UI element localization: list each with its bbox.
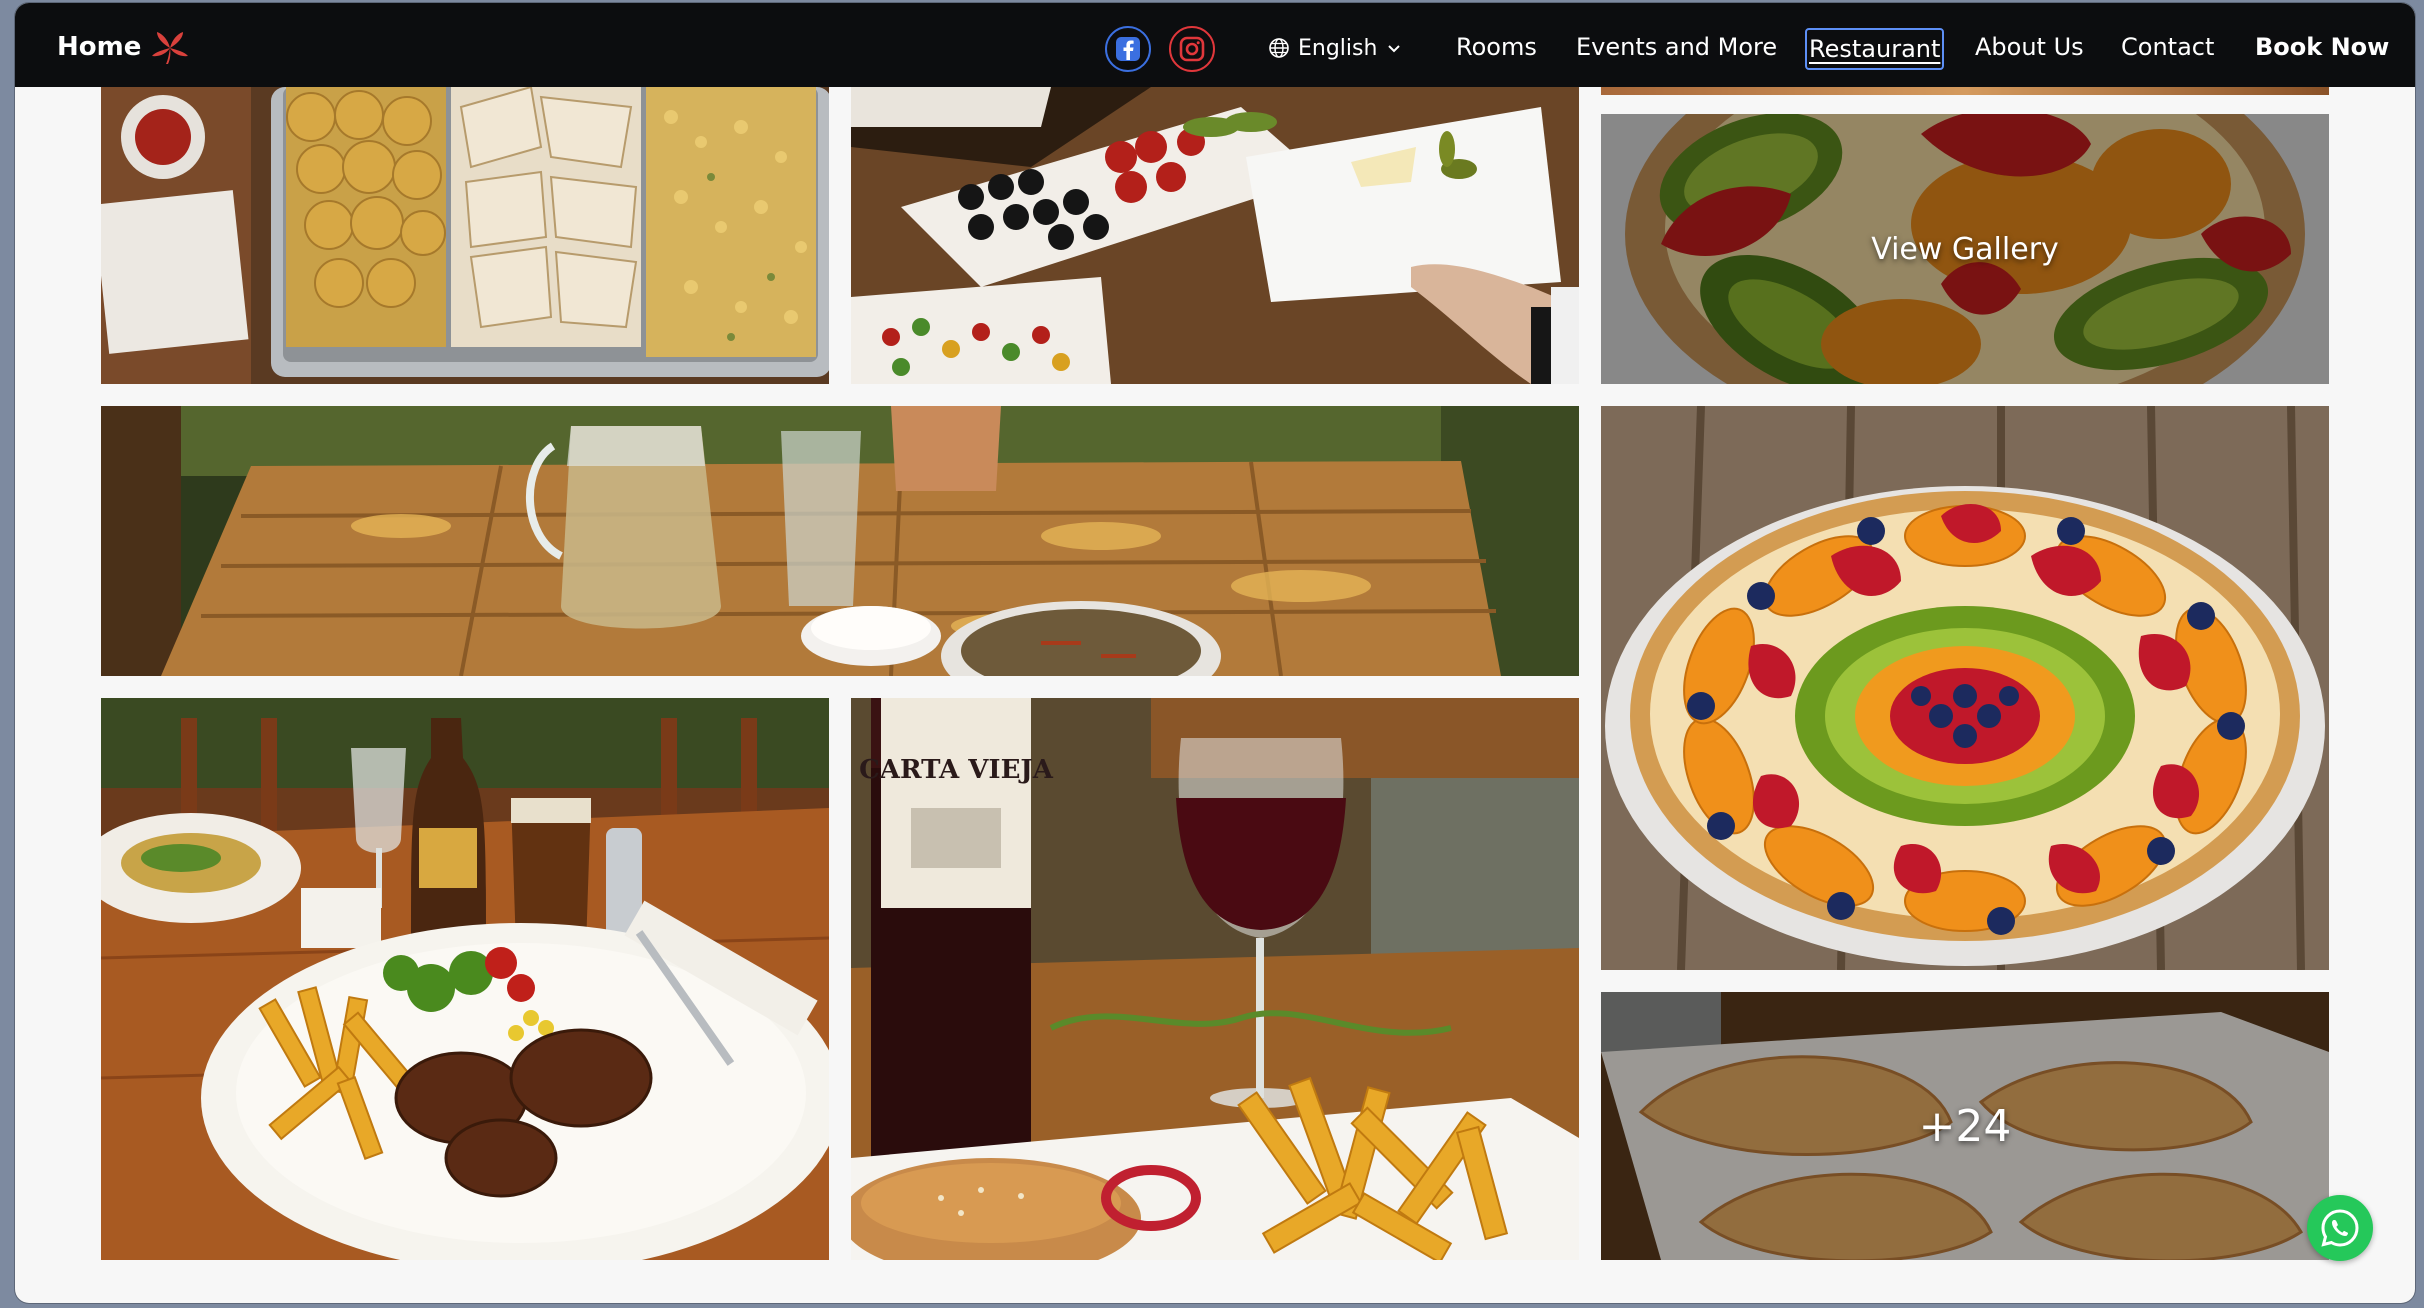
- nav-contact[interactable]: Contact: [2121, 28, 2214, 66]
- nav-rooms[interactable]: Rooms: [1456, 28, 1537, 66]
- nav-events[interactable]: Events and More: [1576, 28, 1777, 66]
- chevron-down-icon: [1388, 45, 1401, 53]
- gallery-photo-buffet[interactable]: [101, 87, 829, 384]
- home-link[interactable]: Home: [57, 31, 191, 64]
- brand-label: Home: [57, 32, 142, 62]
- gallery-photo-olives[interactable]: [851, 87, 1579, 384]
- gallery-photo-wine-burger[interactable]: CARTA VIEJA: [851, 698, 1579, 1260]
- navbar: Home English Rooms Events and More Resta…: [15, 3, 2415, 87]
- gallery-photo-fruit-tart[interactable]: [1601, 406, 2329, 970]
- facebook-button[interactable]: [1105, 26, 1151, 72]
- whatsapp-icon: [2321, 1209, 2359, 1247]
- facebook-icon: [1116, 37, 1140, 61]
- language-selector[interactable]: English: [1268, 33, 1403, 63]
- nav-restaurant[interactable]: Restaurant: [1805, 28, 1945, 70]
- book-now-button[interactable]: Book Now: [2255, 28, 2389, 66]
- browser-window: Home English Rooms Events and More Resta…: [15, 3, 2415, 1303]
- gallery-photo-strip: [1601, 87, 2329, 95]
- view-gallery-label: View Gallery: [1871, 231, 2059, 267]
- gallery-photo-table-pitcher[interactable]: [101, 406, 1579, 676]
- instagram-button[interactable]: [1169, 26, 1215, 72]
- more-photos-tile[interactable]: +24: [1601, 992, 2329, 1260]
- whatsapp-button[interactable]: [2307, 1195, 2373, 1261]
- view-gallery-tile[interactable]: View Gallery: [1601, 114, 2329, 384]
- leaf-logo-icon: [152, 32, 189, 64]
- globe-icon: [1269, 38, 1289, 58]
- more-photos-count: +24: [1918, 1100, 2012, 1152]
- instagram-icon: [1179, 36, 1205, 62]
- language-label: English: [1298, 35, 1378, 61]
- nav-about-us[interactable]: About Us: [1975, 28, 2084, 66]
- wine-label-art: CARTA VIEJA: [859, 755, 1054, 785]
- gallery-photo-steak-fries[interactable]: [101, 698, 829, 1260]
